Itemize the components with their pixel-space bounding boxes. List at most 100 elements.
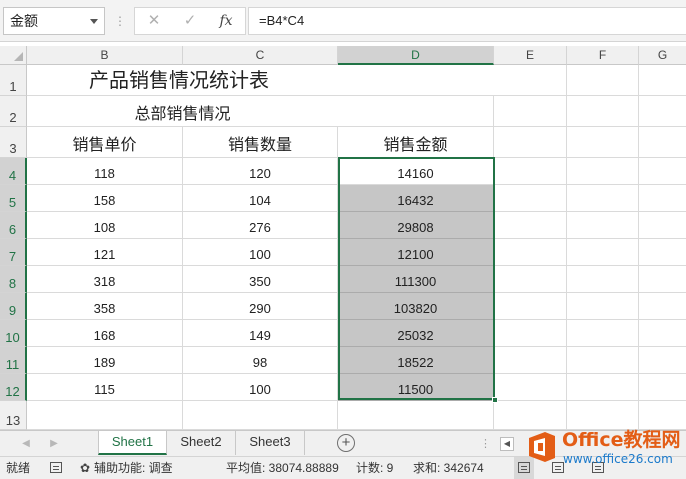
- row-header-5[interactable]: 5: [0, 185, 27, 212]
- cell[interactable]: [639, 293, 686, 320]
- table-cell[interactable]: 98: [183, 347, 338, 374]
- cell[interactable]: [567, 158, 639, 185]
- cell[interactable]: [494, 266, 567, 293]
- row-header-3[interactable]: 3: [0, 127, 27, 158]
- cell[interactable]: [567, 266, 639, 293]
- cell[interactable]: [338, 401, 494, 430]
- status-sum[interactable]: 求和: 342674: [413, 457, 484, 479]
- selected-cell[interactable]: 111300: [338, 266, 494, 293]
- cell[interactable]: [567, 374, 639, 401]
- table-cell[interactable]: 120: [183, 158, 338, 185]
- header-cell-amount[interactable]: 销售金额: [338, 127, 494, 158]
- cell[interactable]: [567, 347, 639, 374]
- row-header-6[interactable]: 6: [0, 212, 27, 239]
- selected-cell[interactable]: 25032: [338, 320, 494, 347]
- selected-cell[interactable]: 16432: [338, 185, 494, 212]
- cell[interactable]: [27, 401, 183, 430]
- table-cell[interactable]: 158: [27, 185, 183, 212]
- cell[interactable]: [639, 320, 686, 347]
- cell[interactable]: [639, 212, 686, 239]
- macro-record-icon[interactable]: [50, 462, 62, 474]
- header-cell-quantity[interactable]: 销售数量: [183, 127, 338, 158]
- row-header-7[interactable]: 7: [0, 239, 27, 266]
- tab-sheet2[interactable]: Sheet2: [167, 431, 236, 455]
- cell[interactable]: [639, 374, 686, 401]
- scroll-left-icon[interactable]: ◀: [500, 437, 514, 451]
- chevron-down-icon[interactable]: [90, 19, 98, 24]
- row-header-2[interactable]: 2: [0, 96, 27, 127]
- status-count[interactable]: 计数: 9: [356, 457, 393, 479]
- row-header-10[interactable]: 10: [0, 320, 27, 347]
- table-cell[interactable]: 189: [27, 347, 183, 374]
- table-cell[interactable]: 358: [27, 293, 183, 320]
- row-header-13[interactable]: 13: [0, 401, 27, 430]
- cell[interactable]: [494, 158, 567, 185]
- row-header-4[interactable]: 4: [0, 158, 27, 185]
- cell[interactable]: [494, 239, 567, 266]
- selected-cell[interactable]: 11500: [338, 374, 494, 401]
- fill-handle[interactable]: [492, 397, 498, 403]
- column-header-d[interactable]: D: [338, 46, 494, 65]
- selected-cell[interactable]: 103820: [338, 293, 494, 320]
- cell[interactable]: [494, 96, 567, 127]
- worksheet-grid[interactable]: B C D E F G 1 2 3 4 5 6 7 8 9 10 11 12 1…: [0, 46, 686, 430]
- active-cell[interactable]: 14160: [338, 158, 494, 185]
- cell[interactable]: [494, 65, 567, 96]
- cell[interactable]: [494, 320, 567, 347]
- cell[interactable]: [494, 185, 567, 212]
- next-sheet-icon[interactable]: ▶: [48, 437, 60, 451]
- header-cell-unit-price[interactable]: 销售单价: [27, 127, 183, 158]
- accessibility-status[interactable]: ✿ 辅助功能: 调查: [80, 457, 173, 479]
- cell[interactable]: [567, 96, 639, 127]
- add-sheet-button[interactable]: +: [337, 434, 355, 452]
- row-header-1[interactable]: 1: [0, 65, 27, 96]
- cell[interactable]: [639, 96, 686, 127]
- cell[interactable]: [639, 127, 686, 158]
- table-cell[interactable]: 121: [27, 239, 183, 266]
- column-header-f[interactable]: F: [567, 46, 639, 65]
- table-cell[interactable]: 350: [183, 266, 338, 293]
- selected-cell[interactable]: 12100: [338, 239, 494, 266]
- cell[interactable]: [183, 401, 338, 430]
- cell[interactable]: [639, 65, 686, 96]
- table-cell[interactable]: 115: [27, 374, 183, 401]
- row-header-8[interactable]: 8: [0, 266, 27, 293]
- tab-sheet1[interactable]: Sheet1: [98, 431, 167, 455]
- cell[interactable]: [639, 347, 686, 374]
- selected-cell[interactable]: 29808: [338, 212, 494, 239]
- row-header-11[interactable]: 11: [0, 347, 27, 374]
- cell[interactable]: [567, 127, 639, 158]
- cell[interactable]: [639, 266, 686, 293]
- cell[interactable]: [494, 212, 567, 239]
- cell[interactable]: [567, 320, 639, 347]
- status-average[interactable]: 平均值: 38074.88889: [226, 457, 339, 479]
- cell[interactable]: [494, 347, 567, 374]
- formula-input[interactable]: =B4*C4: [248, 7, 686, 35]
- column-header-c[interactable]: C: [183, 46, 338, 65]
- tab-splitter-icon[interactable]: ⋮: [480, 434, 491, 454]
- table-cell[interactable]: 100: [183, 374, 338, 401]
- table-cell[interactable]: 318: [27, 266, 183, 293]
- cell[interactable]: [639, 158, 686, 185]
- cell[interactable]: [567, 293, 639, 320]
- table-cell[interactable]: 108: [27, 212, 183, 239]
- tab-sheet3[interactable]: Sheet3: [236, 431, 305, 455]
- cell[interactable]: [639, 185, 686, 212]
- cell[interactable]: [338, 96, 494, 127]
- selected-cell[interactable]: 18522: [338, 347, 494, 374]
- table-cell[interactable]: 104: [183, 185, 338, 212]
- table-cell[interactable]: 290: [183, 293, 338, 320]
- insert-function-button[interactable]: fx: [211, 8, 241, 34]
- cell[interactable]: [494, 374, 567, 401]
- cell[interactable]: [494, 293, 567, 320]
- column-header-g[interactable]: G: [639, 46, 686, 65]
- cell[interactable]: [567, 185, 639, 212]
- table-cell[interactable]: 149: [183, 320, 338, 347]
- cell[interactable]: [567, 65, 639, 96]
- name-box[interactable]: 金额: [3, 7, 105, 35]
- cell[interactable]: [494, 127, 567, 158]
- prev-sheet-icon[interactable]: ◀: [20, 437, 32, 451]
- table-cell[interactable]: 100: [183, 239, 338, 266]
- table-cell[interactable]: 118: [27, 158, 183, 185]
- table-cell[interactable]: 168: [27, 320, 183, 347]
